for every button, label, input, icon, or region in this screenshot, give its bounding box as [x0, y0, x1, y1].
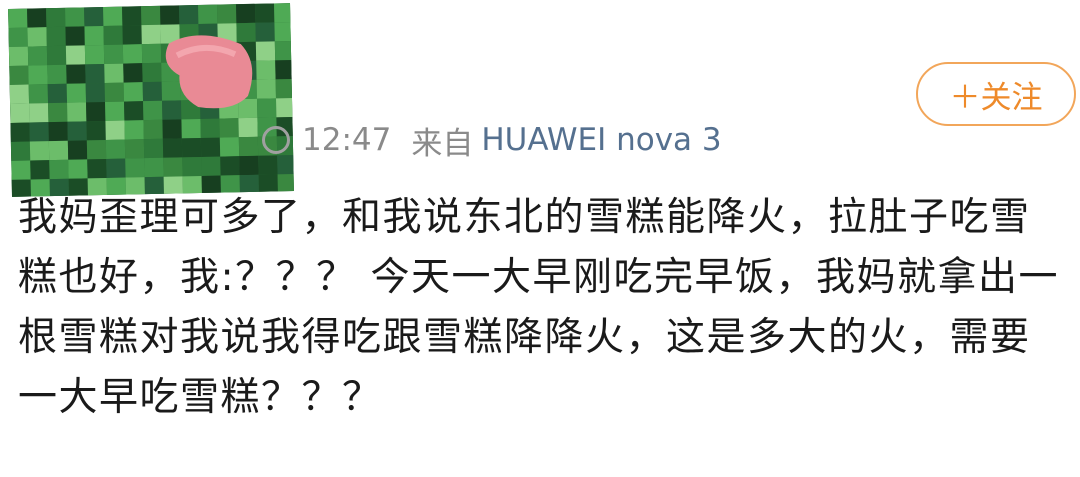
avatar-image — [8, 3, 294, 197]
weibo-post: 12:47 来自 HUAWEI nova 3 ＋关注 我妈歪理可多了，和我说东北… — [0, 0, 1080, 477]
device-link[interactable]: HUAWEI nova 3 — [481, 122, 721, 158]
follow-button[interactable]: ＋关注 — [916, 62, 1076, 126]
post-time: 12:47 — [302, 122, 392, 158]
post-meta: 12:47 来自 HUAWEI nova 3 — [262, 118, 722, 162]
post-text: 我妈歪理可多了，和我说东北的雪糕能降火，拉肚子吃雪糕也好，我:？？？ 今天一大早… — [18, 195, 1060, 420]
avatar[interactable] — [8, 3, 294, 197]
source-label: 来自 — [411, 125, 474, 162]
clock-icon — [262, 126, 290, 154]
